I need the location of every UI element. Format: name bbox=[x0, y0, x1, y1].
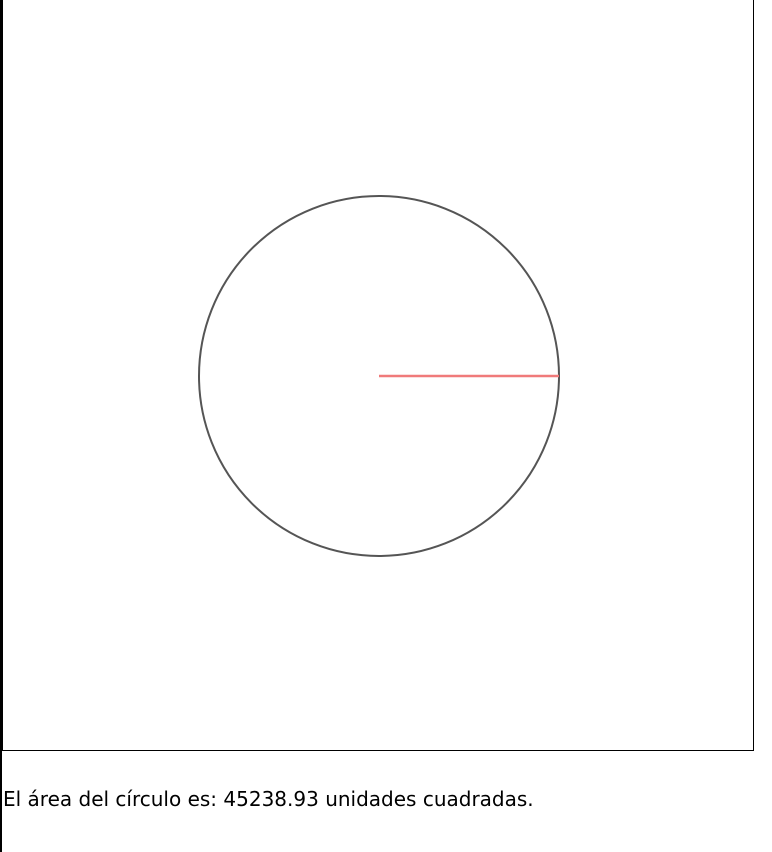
drawing-canvas bbox=[2, 0, 754, 751]
area-result-text: El área del círculo es: 45238.93 unidade… bbox=[3, 787, 534, 811]
circle-drawing bbox=[198, 195, 560, 557]
